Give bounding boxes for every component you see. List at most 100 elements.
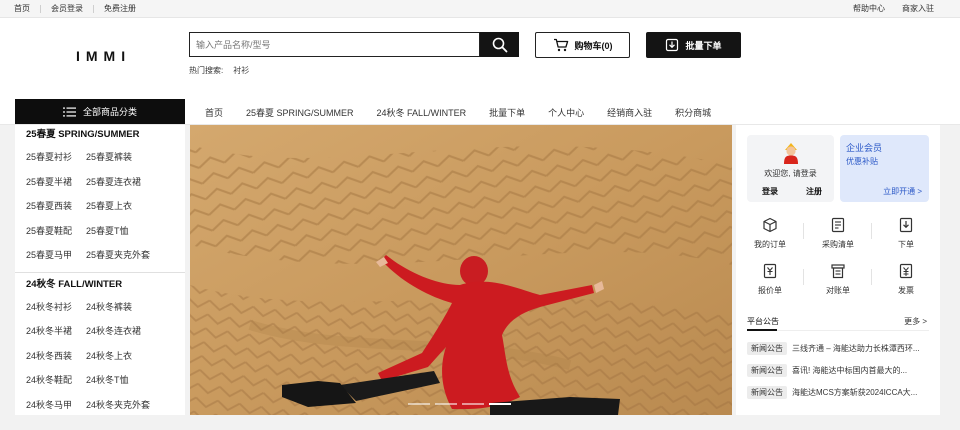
category-link[interactable]: 24秋冬裤装	[86, 295, 146, 320]
category-link[interactable]: 25春夏马甲	[26, 243, 86, 268]
banner-dot-active[interactable]	[489, 403, 511, 405]
purchase-list-icon	[831, 217, 845, 233]
hero-banner[interactable]	[190, 125, 732, 415]
notice-text: 喜讯! 海能达中标国内首最大的...	[792, 365, 908, 375]
search-button[interactable]	[480, 32, 519, 57]
nav-bulk-order[interactable]: 批量下单	[489, 106, 525, 119]
category-link[interactable]: 25春夏鞋配	[26, 219, 86, 244]
enterprise-member-card[interactable]: 企业会员 优惠补贴 立即开通 >	[840, 135, 929, 202]
bulk-order-icon	[666, 38, 679, 52]
cart-label: 购物车(0)	[574, 40, 613, 51]
vip-open-link[interactable]: 立即开通 >	[883, 186, 922, 197]
nav-links: 首页 25春夏 SPRING/SUMMER 24秋冬 FALL/WINTER 批…	[205, 106, 734, 119]
vip-subtitle: 优惠补贴	[846, 157, 878, 166]
category-link[interactable]: 24秋冬马甲	[26, 393, 86, 416]
category-row: 25春夏鞋配 25春夏T恤	[15, 219, 185, 244]
login-link[interactable]: 登录	[762, 186, 778, 197]
category-link[interactable]: 24秋冬西装	[26, 344, 86, 369]
nav-home[interactable]: 首页	[205, 106, 223, 119]
all-categories-button[interactable]: 全部商品分类	[15, 99, 185, 124]
notice-item[interactable]: 新闻公告 三线齐通 – 海能达助力长株潭西环...	[747, 341, 929, 355]
search-icon	[492, 37, 507, 52]
tool-label: 对账单	[826, 286, 850, 295]
tool-quotation[interactable]: 报价单	[736, 261, 804, 296]
tool-label: 发票	[898, 286, 914, 295]
category-section-fall-winter: 24秋冬 FALL/WINTER 24秋冬衬衫 24秋冬裤装 24秋冬半裙 24…	[15, 273, 185, 416]
category-link[interactable]: 24秋冬上衣	[86, 344, 146, 369]
category-link[interactable]: 24秋冬连衣裙	[86, 319, 146, 344]
notice-title[interactable]: 平台公告	[747, 316, 779, 327]
category-link[interactable]: 25春夏西装	[26, 194, 86, 219]
place-order-icon	[899, 217, 913, 233]
category-link[interactable]: 25春夏连衣裙	[86, 170, 146, 195]
category-section-title[interactable]: 24秋冬 FALL/WINTER	[15, 275, 185, 295]
notice-title-underline	[747, 329, 777, 331]
quotation-icon	[763, 263, 777, 279]
tool-statement[interactable]: 对账单	[804, 261, 872, 296]
welcome-text: 欢迎您, 请登录	[764, 169, 817, 178]
help-center-link[interactable]: 帮助中心	[853, 3, 885, 14]
notice-tag: 新闻公告	[747, 385, 787, 399]
category-link[interactable]: 24秋冬夹克外套	[86, 393, 150, 416]
member-login-link[interactable]: 会员登录	[51, 3, 83, 14]
category-row: 25春夏马甲 25春夏夹克外套	[15, 243, 185, 268]
nav-points-mall[interactable]: 积分商城	[675, 106, 711, 119]
category-link[interactable]: 25春夏夹克外套	[86, 243, 150, 268]
register-link[interactable]: 注册	[806, 186, 822, 197]
invoice-icon	[899, 263, 913, 279]
main-nav: 全部商品分类 首页 25春夏 SPRING/SUMMER 24秋冬 FALL/W…	[0, 98, 960, 125]
nav-spring-summer[interactable]: 25春夏 SPRING/SUMMER	[246, 106, 354, 119]
tool-label: 报价单	[758, 286, 782, 295]
bulk-order-button[interactable]: 批量下单	[646, 32, 741, 58]
banner-dot[interactable]	[435, 403, 457, 405]
category-row: 24秋冬半裙 24秋冬连衣裙	[15, 319, 185, 344]
order-box-icon	[763, 217, 777, 233]
tool-label: 我的订单	[754, 240, 786, 249]
home-link[interactable]: 首页	[14, 3, 30, 14]
category-link[interactable]: 24秋冬衬衫	[26, 295, 86, 320]
banner-dot[interactable]	[408, 403, 430, 405]
category-sidebar: 25春夏 SPRING/SUMMER 25春夏衬衫 25春夏裤装 25春夏半裙 …	[15, 125, 185, 415]
category-link[interactable]: 24秋冬T恤	[86, 368, 146, 393]
tool-label: 采购清单	[822, 240, 854, 249]
free-register-link[interactable]: 免费注册	[104, 3, 136, 14]
notice-tag: 新闻公告	[747, 363, 787, 377]
banner-photo	[190, 125, 732, 415]
merchant-join-link[interactable]: 商家入驻	[902, 3, 934, 14]
search-input[interactable]	[190, 33, 479, 56]
notice-item[interactable]: 新闻公告 喜讯! 海能达中标国内首最大的...	[747, 363, 929, 377]
hot-search-keyword[interactable]: 衬衫	[233, 65, 249, 76]
category-link[interactable]: 25春夏衬衫	[26, 145, 86, 170]
nav-personal-center[interactable]: 个人中心	[548, 106, 584, 119]
statement-icon	[831, 264, 845, 279]
bulk-order-label: 批量下单	[685, 40, 722, 51]
nav-fall-winter[interactable]: 24秋冬 FALL/WINTER	[377, 106, 467, 119]
cart-button[interactable]: 购物车(0)	[535, 32, 630, 58]
notice-more-link[interactable]: 更多 >	[904, 316, 927, 327]
tool-my-orders[interactable]: 我的订单	[736, 215, 804, 250]
site-logo[interactable]: IMMI	[76, 48, 131, 64]
category-row: 25春夏衬衫 25春夏裤装	[15, 145, 185, 170]
notice-item[interactable]: 新闻公告 海能达MCS方案斩获2024ICCA大...	[747, 385, 929, 399]
menu-list-icon	[62, 107, 76, 116]
banner-dot[interactable]	[462, 403, 484, 405]
category-link[interactable]: 24秋冬鞋配	[26, 368, 86, 393]
top-bar-left: 首页 会员登录 免费注册	[14, 3, 136, 14]
category-link[interactable]: 25春夏上衣	[86, 194, 146, 219]
category-link[interactable]: 25春夏T恤	[86, 219, 146, 244]
notice-text: 三线齐通 – 海能达助力长株潭西环...	[792, 343, 920, 353]
nav-dealer-join[interactable]: 经销商入驻	[607, 106, 652, 119]
category-link[interactable]: 25春夏半裙	[26, 170, 86, 195]
login-card: 欢迎您, 请登录 登录 注册	[747, 135, 834, 202]
category-section-title[interactable]: 25春夏 SPRING/SUMMER	[15, 125, 185, 145]
header: IMMI 热门搜索: 衬衫 购物车(0) 批量下单	[0, 18, 960, 98]
notice-header: 平台公告 更多 >	[747, 315, 929, 331]
category-link[interactable]: 25春夏裤装	[86, 145, 146, 170]
tool-purchase-list[interactable]: 采购清单	[804, 215, 872, 250]
tool-place-order[interactable]: 下单	[872, 215, 940, 250]
notice-text: 海能达MCS方案斩获2024ICCA大...	[792, 387, 918, 397]
notice-tag: 新闻公告	[747, 341, 787, 355]
category-link[interactable]: 24秋冬半裙	[26, 319, 86, 344]
tool-invoice[interactable]: 发票	[872, 261, 940, 296]
cart-icon	[553, 38, 568, 52]
